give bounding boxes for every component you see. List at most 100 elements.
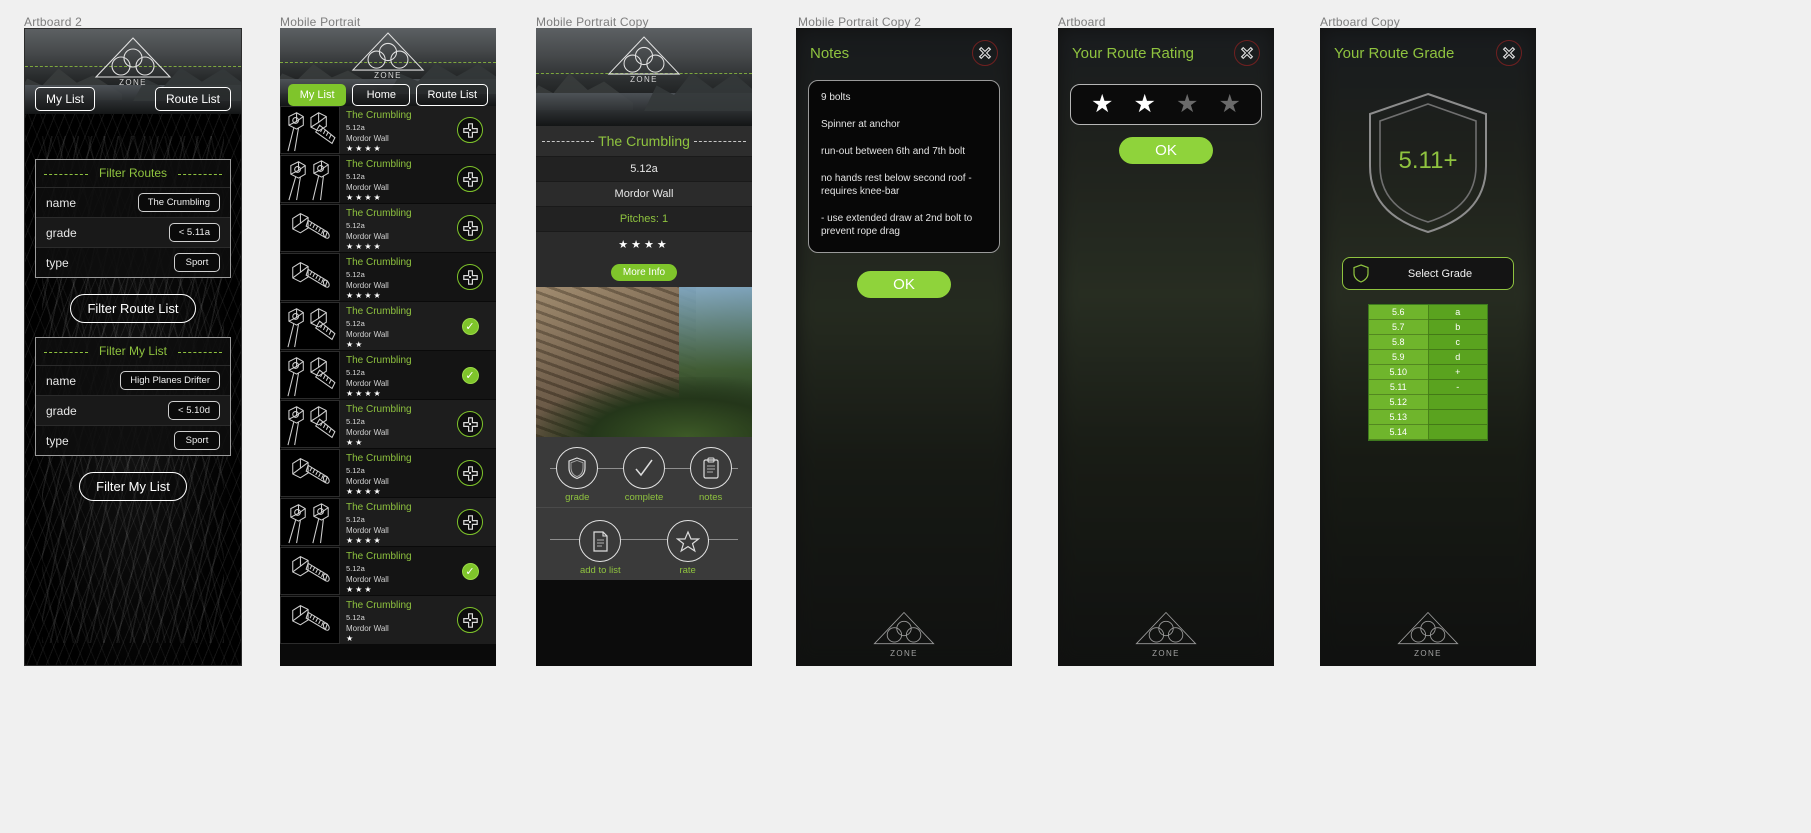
grade-cell-number[interactable]: 5.14	[1369, 425, 1428, 440]
route-list-item[interactable]: The Crumbling 5.12a Mordor Wall ★★★★	[280, 253, 496, 302]
route-list-item[interactable]: The Crumbling 5.12a Mordor Wall ★★★ ✓	[280, 547, 496, 596]
grade-cell-number[interactable]: 5.7	[1369, 320, 1428, 335]
grade-table-row[interactable]: 5.13	[1369, 410, 1487, 425]
action-rate[interactable]: rate	[657, 520, 719, 576]
document-icon[interactable]	[579, 520, 622, 562]
grade-cell-letter[interactable]: -	[1427, 380, 1487, 395]
route-name: The Crumbling	[346, 502, 412, 513]
more-info-button[interactable]: More Info	[610, 264, 678, 281]
route-list-item[interactable]: The Crumbling 5.12a Mordor Wall ★★★★	[280, 155, 496, 204]
grade-cell-number[interactable]: 5.12	[1369, 395, 1428, 410]
grade-cell-letter[interactable]	[1427, 395, 1487, 410]
detail-action-area: grade complete notes add to list rate	[536, 437, 752, 580]
note-line: run-out between 6th and 7th bolt	[821, 146, 965, 157]
route-row-actions	[444, 498, 496, 546]
add-route-button[interactable]	[457, 117, 483, 143]
nav-button-route-list[interactable]: Route List	[416, 84, 488, 106]
notes-ok-button[interactable]: OK	[857, 271, 951, 298]
filter-input-mylist-grade[interactable]: < 5.10d	[168, 401, 220, 420]
add-route-button[interactable]	[457, 264, 483, 290]
filter-input-mylist-name[interactable]: High Planes Drifter	[120, 371, 220, 390]
grade-table-row[interactable]: 5.14	[1369, 425, 1487, 440]
grade-cell-letter[interactable]: d	[1427, 350, 1487, 365]
grade-cell-number[interactable]: 5.8	[1369, 335, 1428, 350]
grade-cell-number[interactable]: 5.10	[1369, 365, 1428, 380]
notes-modal-screen: Notes 9 bolts Spinner at anchor run-out be…	[796, 28, 1012, 666]
grade-cell-number[interactable]: 5.9	[1369, 350, 1428, 365]
add-route-button[interactable]	[457, 411, 483, 437]
route-list-item[interactable]: The Crumbling 5.12a Mordor Wall ★★★★	[280, 204, 496, 253]
action-complete-label: complete	[624, 492, 664, 503]
route-list-item[interactable]: The Crumbling 5.12a Mordor Wall ★	[280, 596, 496, 645]
zone-logo-footer: ZONE	[1396, 610, 1460, 658]
grade-table-row[interactable]: 5.7 b	[1369, 320, 1487, 335]
star-icon[interactable]	[666, 520, 709, 562]
action-complete[interactable]: complete	[613, 447, 675, 503]
shield-icon[interactable]	[556, 447, 599, 489]
filter-input-route-grade[interactable]: < 5.11a	[168, 223, 220, 242]
grade-cell-number[interactable]: 5.6	[1369, 305, 1428, 320]
hero-banner: ZONE	[536, 28, 752, 126]
filter-input-route-name[interactable]: The Crumbling	[137, 193, 220, 212]
filters-screen: ZONE My List Route List Filter Routes na…	[24, 28, 242, 666]
nav-button-home[interactable]: Home	[352, 84, 411, 106]
add-route-button[interactable]	[457, 166, 483, 192]
route-wall: Mordor Wall	[346, 232, 389, 241]
clipboard-icon[interactable]	[689, 447, 732, 489]
grade-cell-letter[interactable]	[1427, 425, 1487, 440]
grade-table[interactable]: 5.6 a 5.7 b 5.8 c 5.9 d 5.10 +5.11-5.12 5.13 5.14	[1368, 304, 1488, 441]
action-add-to-list[interactable]: add to list	[569, 520, 631, 576]
add-route-button[interactable]	[457, 215, 483, 241]
add-route-button[interactable]	[457, 460, 483, 486]
action-notes[interactable]: notes	[680, 447, 742, 503]
grade-table-row[interactable]: 5.9 d	[1369, 350, 1487, 365]
grade-table-row[interactable]: 5.12	[1369, 395, 1487, 410]
filter-routes-card: Filter Routes name The Crumbling grade <…	[35, 159, 231, 278]
zone-wordmark: ZONE	[119, 78, 147, 87]
add-route-button[interactable]	[457, 509, 483, 535]
grade-table-row[interactable]: 5.8 c	[1369, 335, 1487, 350]
star-rating-selector[interactable]: ★ ★ ★ ★	[1070, 84, 1262, 125]
add-route-button[interactable]	[457, 607, 483, 633]
route-list-item[interactable]: The Crumbling 5.12a Mordor Wall ★★ ✓	[280, 302, 496, 351]
nav-button-my-list[interactable]: My List	[288, 84, 347, 106]
filter-route-list-button[interactable]: Filter Route List	[70, 294, 196, 323]
rating-star[interactable]: ★	[1176, 92, 1198, 117]
rating-star[interactable]: ★	[1219, 92, 1241, 117]
route-star-rating: ★★★	[346, 585, 374, 594]
route-list[interactable]: The Crumbling 5.12a Mordor Wall ★★★★ The Cru…	[280, 106, 496, 666]
route-list-item[interactable]: The Crumbling 5.12a Mordor Wall ★★★★	[280, 498, 496, 547]
grade-table-row[interactable]: 5.10 +	[1369, 365, 1487, 380]
route-star-rating: ★★★★	[536, 231, 752, 257]
route-list-item[interactable]: The Crumbling 5.12a Mordor Wall ★★	[280, 400, 496, 449]
filter-input-route-type[interactable]: Sport	[174, 253, 220, 272]
close-icon[interactable]	[1496, 40, 1522, 66]
grade-cell-letter[interactable]	[1427, 410, 1487, 425]
zone-logo-mark	[607, 36, 681, 75]
grade-cell-letter[interactable]: b	[1427, 320, 1487, 335]
rating-ok-button[interactable]: OK	[1119, 137, 1213, 164]
grade-cell-letter[interactable]: a	[1427, 305, 1487, 320]
check-icon[interactable]	[622, 447, 665, 489]
action-grade[interactable]: grade	[546, 447, 608, 503]
route-list-item[interactable]: The Crumbling 5.12a Mordor Wall ★★★★	[280, 449, 496, 498]
grade-cell-number[interactable]: 5.13	[1369, 410, 1428, 425]
close-icon[interactable]	[972, 40, 998, 66]
route-list-button[interactable]: Route List	[154, 87, 231, 111]
grade-cell-letter[interactable]: c	[1427, 335, 1487, 350]
my-list-button[interactable]: My List	[35, 87, 96, 111]
grade-cell-number[interactable]: 5.11	[1369, 380, 1428, 395]
route-list-item[interactable]: The Crumbling 5.12a Mordor Wall ★★★★ ✓	[280, 351, 496, 400]
rating-star[interactable]: ★	[1091, 92, 1113, 117]
route-list-item[interactable]: The Crumbling 5.12a Mordor Wall ★★★★	[280, 106, 496, 155]
rating-star[interactable]: ★	[1134, 92, 1156, 117]
route-grade: 5.12a	[346, 270, 365, 279]
grade-table-row[interactable]: 5.11-	[1369, 380, 1487, 395]
filter-input-mylist-type[interactable]: Sport	[174, 431, 220, 450]
filter-my-list-button[interactable]: Filter My List	[79, 472, 187, 501]
close-icon[interactable]	[1234, 40, 1260, 66]
select-grade-button[interactable]: Select Grade	[1342, 257, 1514, 290]
grade-cell-letter[interactable]: +	[1427, 365, 1487, 380]
notes-textarea[interactable]: 9 bolts Spinner at anchor run-out between …	[808, 80, 1000, 253]
grade-table-row[interactable]: 5.6 a	[1369, 305, 1487, 320]
